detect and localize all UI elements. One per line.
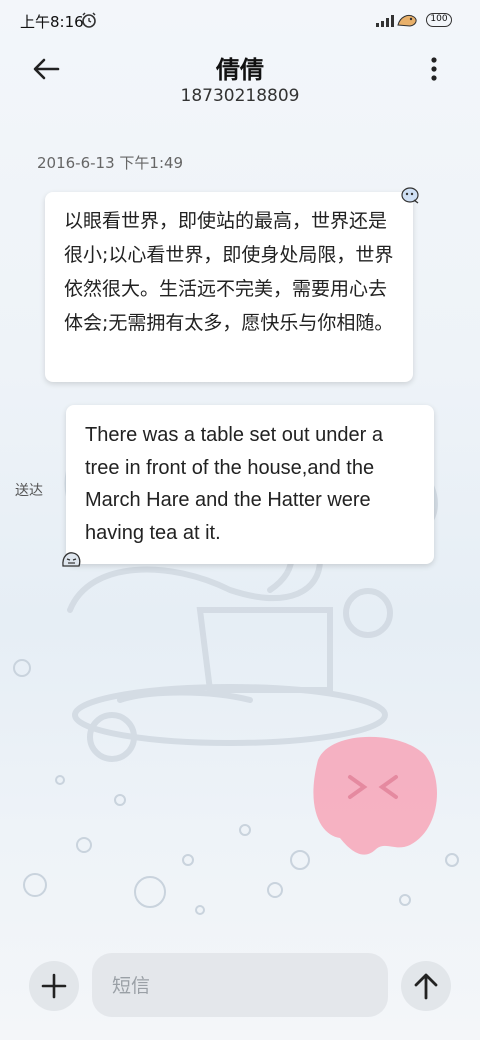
contact-name: 倩倩 bbox=[216, 56, 264, 84]
more-vertical-icon bbox=[431, 57, 437, 81]
sent-message-bubble[interactable]: There was a table set out under a tree i… bbox=[66, 405, 434, 564]
more-options-button[interactable] bbox=[418, 52, 450, 88]
delivery-status: 送达 bbox=[15, 483, 43, 499]
plus-icon bbox=[41, 973, 67, 999]
status-time: 上午8:16 bbox=[20, 13, 84, 31]
arrow-up-icon bbox=[414, 973, 438, 1000]
status-bar: 上午8:16 100 bbox=[0, 0, 480, 40]
sent-message-text: There was a table set out under a tree i… bbox=[85, 424, 383, 544]
battery-indicator: 100 bbox=[426, 13, 452, 27]
ghost-sticker-icon bbox=[60, 550, 82, 570]
received-message-text: 以眼看世界，即使站的最高，世界还是很小;以心看世界，即使身处局限，世界依然很大。… bbox=[64, 210, 394, 334]
message-timestamp: 2016-6-13 下午1:49 bbox=[37, 154, 184, 172]
message-input-box[interactable] bbox=[92, 953, 388, 1017]
back-button[interactable] bbox=[28, 52, 64, 88]
bird-icon bbox=[396, 11, 420, 29]
bird-sticker-icon bbox=[400, 186, 420, 204]
received-message-bubble[interactable]: 以眼看世界，即使站的最高，世界还是很小;以心看世界，即使身处局限，世界依然很大。… bbox=[45, 192, 413, 382]
message-input[interactable] bbox=[110, 963, 374, 1009]
attach-button[interactable] bbox=[29, 961, 79, 1011]
send-button[interactable] bbox=[401, 961, 451, 1011]
back-arrow-icon bbox=[33, 58, 60, 80]
signal-icon bbox=[376, 15, 394, 27]
contact-phone-number: 18730218809 bbox=[180, 86, 300, 106]
alarm-icon bbox=[80, 11, 98, 29]
